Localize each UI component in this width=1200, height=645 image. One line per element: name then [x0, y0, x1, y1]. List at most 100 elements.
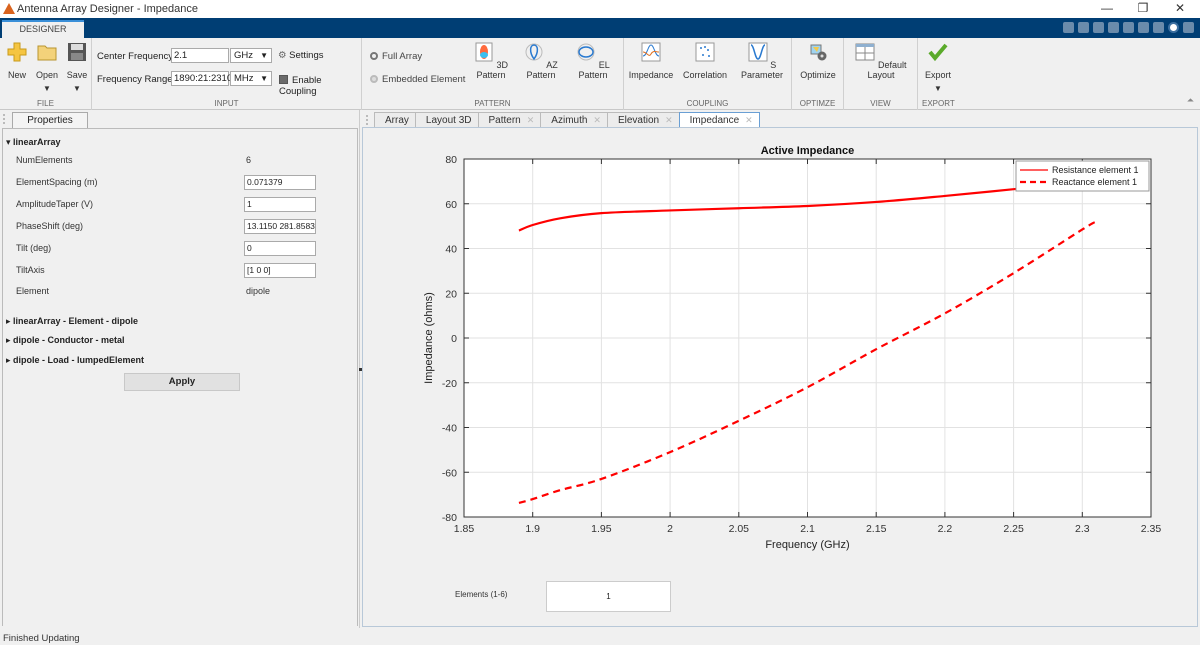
y-tick-label: -40 [442, 423, 457, 435]
impedance-plot-icon [641, 42, 661, 62]
y-tick-label: 80 [445, 154, 457, 166]
x-tick-label: 2.3 [1075, 523, 1090, 535]
save-icon[interactable] [1063, 22, 1074, 33]
x-tick-label: 2.05 [729, 523, 750, 535]
elements-selector-label: Elements (1-6) [455, 590, 508, 599]
tilt-input[interactable]: 0 [244, 241, 316, 256]
el-pattern-icon [577, 43, 595, 61]
impedance-button[interactable]: Impedance [626, 42, 676, 80]
tab-azimuth[interactable]: Azimuth ✕ [540, 112, 608, 128]
tab-label: Pattern [488, 115, 521, 126]
frequency-range-unit-select[interactable]: MHz [230, 71, 272, 86]
panel-grip-icon[interactable] [3, 114, 5, 124]
close-tab-icon[interactable]: ✕ [527, 115, 535, 125]
section-load[interactable]: ▸ dipole - Load - lumpedElement [6, 355, 144, 366]
y-tick-label: 20 [445, 288, 457, 300]
tilt-axis-input[interactable]: [1 0 0] [244, 263, 316, 278]
amplitude-taper-label: AmplitudeTaper (V) [16, 199, 94, 209]
paste-icon[interactable] [1108, 22, 1119, 33]
elements-selector-input[interactable]: 1 [546, 581, 671, 612]
tab-impedance[interactable]: Impedance ✕ [678, 112, 760, 128]
az-pattern-icon [525, 43, 543, 61]
phase-shift-label: PhaseShift (deg) [16, 221, 84, 231]
full-array-radio[interactable]: Full Array [370, 51, 422, 62]
radio-unselected-icon [370, 75, 378, 83]
section-linear-array[interactable]: ▾ linearArray [6, 137, 61, 148]
tab-elevation[interactable]: Elevation ✕ [606, 112, 680, 128]
element-spacing-input[interactable]: 0.071379 [244, 175, 316, 190]
tab-label: Array [385, 115, 409, 126]
open-button[interactable]: Open ▼ [33, 42, 61, 93]
center-frequency-input[interactable]: 2.1 [171, 48, 229, 63]
tab-layout-3d[interactable]: Layout 3D [414, 112, 479, 128]
tab-array[interactable]: Array [374, 112, 416, 128]
num-elements-label: NumElements [16, 155, 73, 165]
properties-panel: Properties ▾ linearArray NumElements 6 E… [0, 110, 360, 628]
embedded-element-radio[interactable]: Embedded Element [370, 74, 465, 85]
s-parameter-plot-icon [748, 42, 768, 62]
enable-coupling-checkbox[interactable]: Enable Coupling [279, 75, 361, 97]
x-tick-label: 2.2 [938, 523, 953, 535]
chart-legend[interactable]: Resistance element 1 Reactance element 1 [1015, 160, 1150, 192]
az-pattern-button[interactable]: AZ Pattern [518, 42, 564, 80]
save-button[interactable]: Save ▼ [64, 42, 90, 93]
restore-button[interactable]: ❐ [1128, 1, 1158, 15]
legend-entry: Resistance element 1 [1052, 165, 1139, 175]
export-group-label: EXPORT [922, 99, 955, 108]
correlation-plot-icon [695, 42, 715, 62]
tab-designer[interactable]: DESIGNER [2, 20, 84, 38]
optimize-group-label: OPTIMZE [799, 99, 836, 108]
optimize-button[interactable]: Optimize [794, 42, 842, 80]
tabs-grip-icon[interactable] [366, 115, 368, 125]
file-group-label: FILE [37, 99, 54, 108]
y-tick-label: -80 [442, 512, 457, 524]
pattern-group: Full Array Embedded Element 3D Pattern A… [362, 38, 624, 110]
export-button[interactable]: Export ▼ [920, 42, 956, 93]
save-dropdown-icon[interactable]: ▼ [64, 84, 90, 93]
section-element[interactable]: ▸ linearArray - Element - dipole [6, 316, 138, 327]
settings-button[interactable]: ⚙ Settings [278, 50, 324, 61]
document-tabs: Array Layout 3D Pattern ✕ Azimuth ✕ Elevation ✕… [362, 112, 760, 128]
3d-pattern-button[interactable]: 3D Pattern [468, 42, 514, 80]
redo-icon[interactable] [1138, 22, 1149, 33]
tab-pattern[interactable]: Pattern ✕ [477, 112, 542, 128]
close-button[interactable]: ✕ [1165, 1, 1195, 15]
collapse-ribbon-icon[interactable]: ⏶ [1187, 95, 1194, 106]
cut-icon[interactable] [1078, 22, 1089, 33]
num-elements-value: 6 [246, 155, 252, 165]
section-conductor[interactable]: ▸ dipole - Conductor - metal [6, 335, 125, 346]
amplitude-taper-input[interactable]: 1 [244, 197, 316, 212]
close-tab-icon[interactable]: ✕ [665, 115, 673, 125]
x-tick-label: 2.35 [1141, 523, 1162, 535]
impedance-chart: 1.85 1.9 1.95 2 2.05 2.1 2.15 2.2 2.25 2.3 2.35 -80… [423, 145, 1162, 551]
window-layout-icon[interactable] [1153, 22, 1164, 33]
tab-label: Azimuth [551, 115, 588, 126]
export-dropdown-icon[interactable]: ▼ [920, 84, 956, 93]
help-icon[interactable] [1168, 22, 1179, 33]
tab-properties[interactable]: Properties [12, 112, 88, 128]
s-parameter-button[interactable]: S Parameter [734, 42, 790, 80]
tab-label: Elevation [617, 115, 660, 126]
correlation-button[interactable]: Correlation [680, 42, 730, 80]
default-layout-button[interactable]: Default Layout [848, 42, 914, 80]
center-frequency-unit-select[interactable]: GHz [230, 48, 272, 63]
y-tick-label: -20 [442, 378, 457, 390]
input-group-label: INPUT [214, 99, 239, 108]
phase-shift-input[interactable]: 13.1150 281.8583] [244, 219, 316, 234]
minimize-button[interactable]: — [1092, 1, 1122, 15]
new-button[interactable]: New [4, 42, 30, 80]
input-group: Center Frequency 2.1 GHz ⚙ Settings Freq… [92, 38, 362, 110]
x-tick-label: 1.85 [454, 523, 475, 535]
open-dropdown-icon[interactable]: ▼ [33, 84, 61, 93]
close-tab-icon[interactable]: ✕ [593, 115, 601, 125]
close-tab-icon[interactable]: ✕ [745, 115, 753, 125]
undo-icon[interactable] [1123, 22, 1134, 33]
center-frequency-label: Center Frequency [97, 51, 174, 62]
floppy-disk-icon [68, 43, 86, 61]
copy-icon[interactable] [1093, 22, 1104, 33]
frequency-range-input[interactable]: 1890:21:2310 [171, 71, 232, 86]
el-pattern-button[interactable]: EL Pattern [570, 42, 616, 80]
expand-icon[interactable] [1183, 22, 1194, 33]
apply-button[interactable]: Apply [124, 373, 240, 391]
gear-icon: ⚙ [278, 50, 287, 61]
